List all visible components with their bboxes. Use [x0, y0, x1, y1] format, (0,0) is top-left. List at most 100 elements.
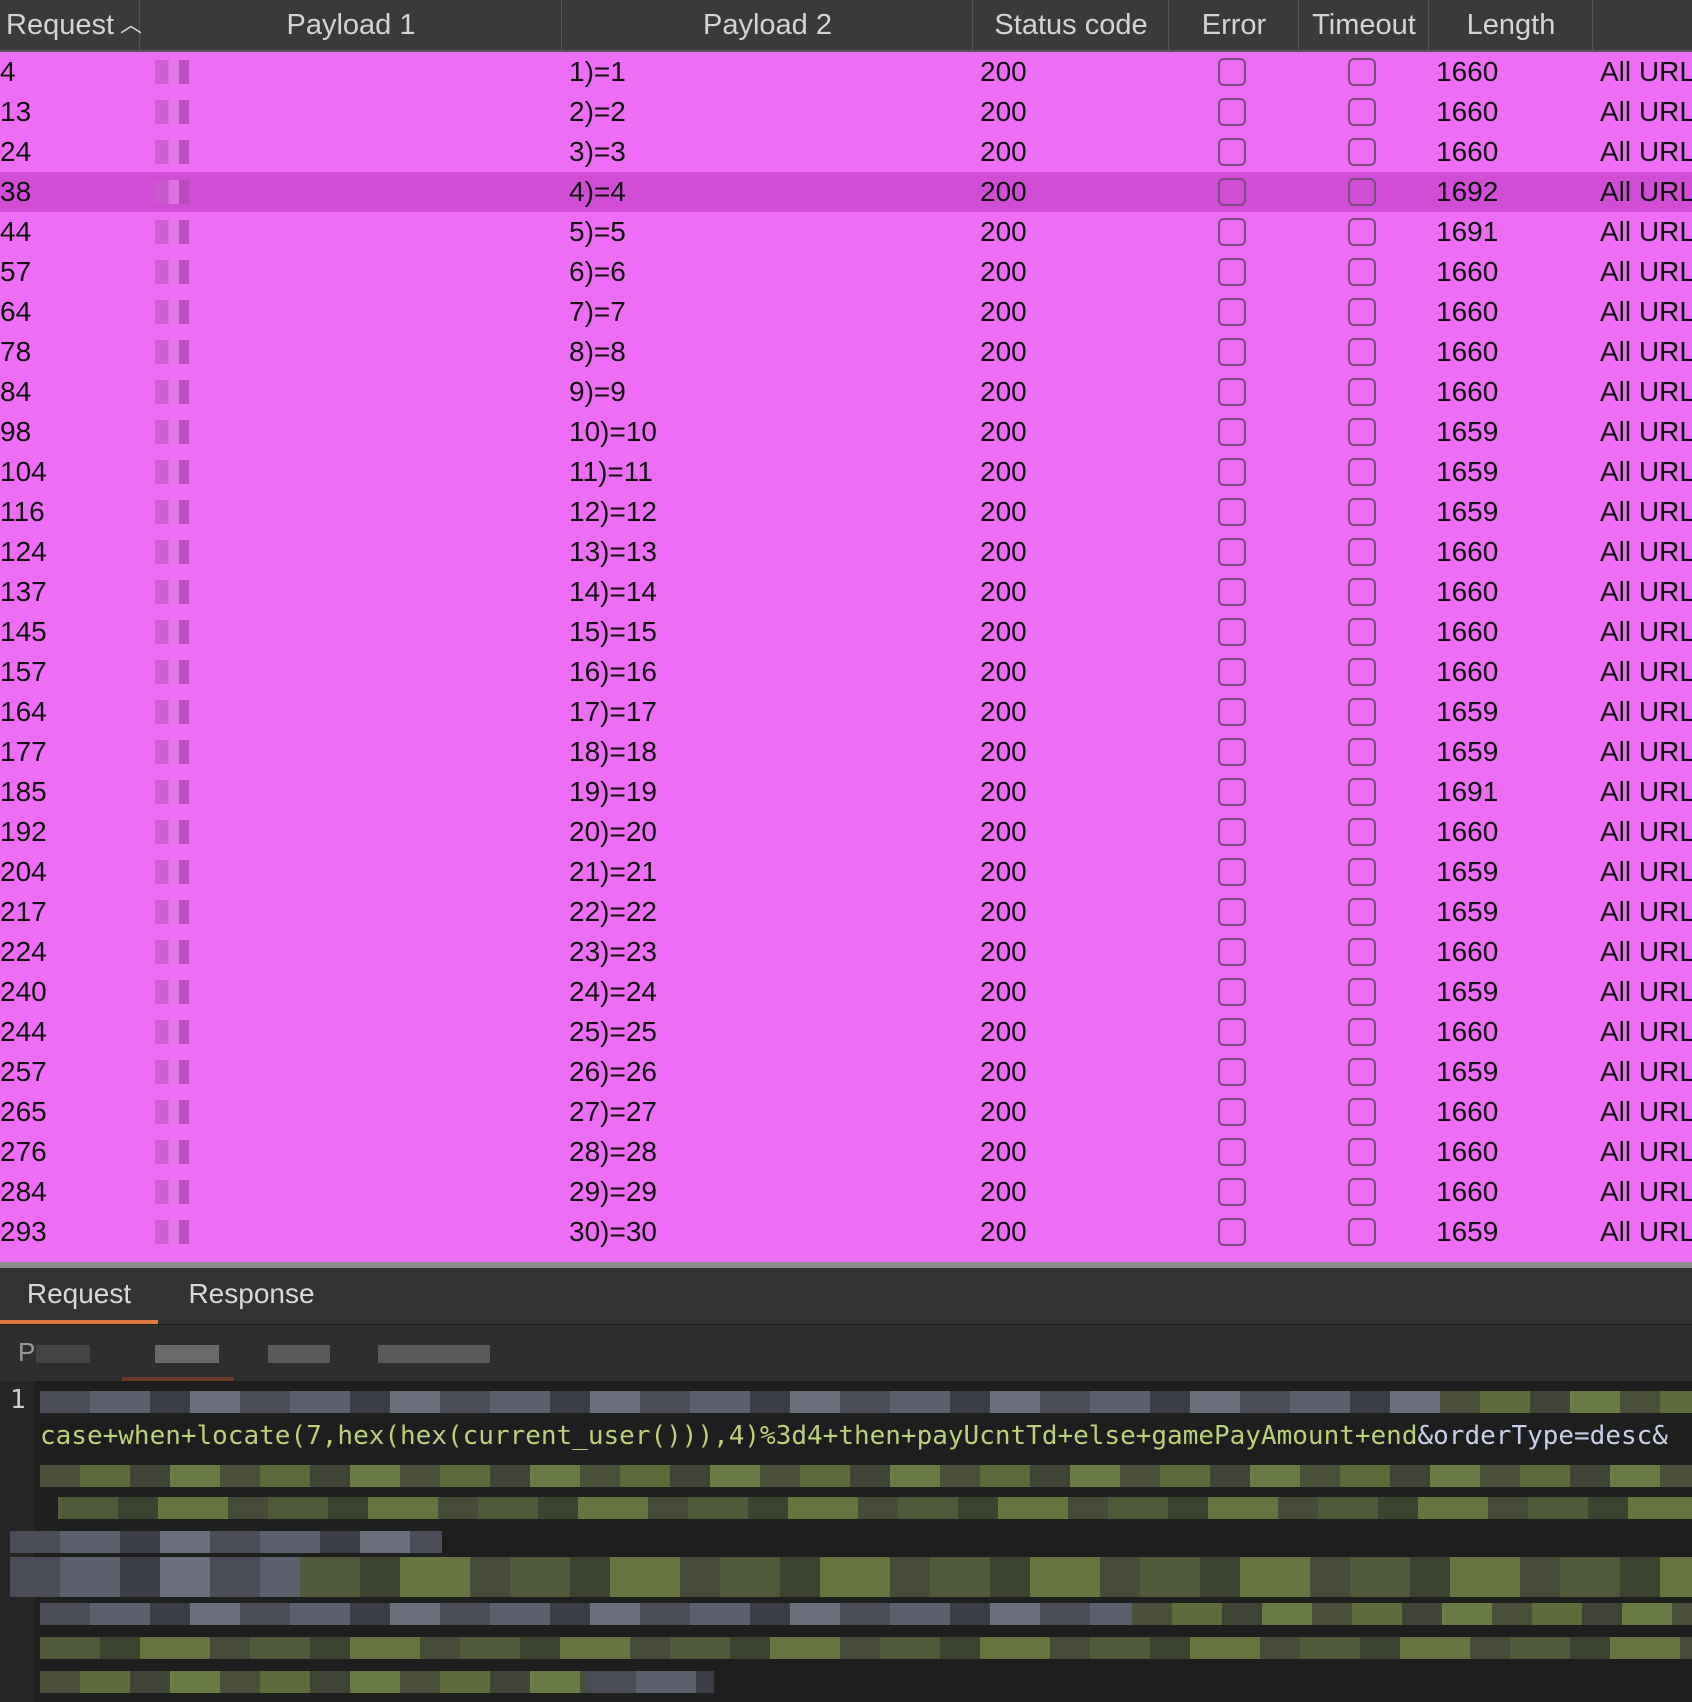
error-checkbox[interactable] — [1218, 538, 1246, 566]
table-row[interactable]: 177 18)=18 200 1659 All URL — [0, 732, 1692, 772]
timeout-checkbox[interactable] — [1348, 1138, 1376, 1166]
timeout-checkbox[interactable] — [1348, 498, 1376, 526]
table-row[interactable]: 104 11)=11 200 1659 All URL — [0, 452, 1692, 492]
timeout-checkbox[interactable] — [1348, 818, 1376, 846]
error-checkbox[interactable] — [1218, 378, 1246, 406]
subtab-redacted[interactable] — [268, 1345, 330, 1363]
table-row[interactable]: 64 7)=7 200 1660 All URL — [0, 292, 1692, 332]
column-header-comment[interactable] — [1594, 0, 1692, 50]
column-header-length[interactable]: Length — [1430, 0, 1593, 50]
table-row[interactable]: 217 22)=22 200 1659 All URL — [0, 892, 1692, 932]
timeout-checkbox[interactable] — [1348, 978, 1376, 1006]
table-row[interactable]: 57 6)=6 200 1660 All URL — [0, 252, 1692, 292]
error-checkbox[interactable] — [1218, 898, 1246, 926]
timeout-checkbox[interactable] — [1348, 178, 1376, 206]
timeout-checkbox[interactable] — [1348, 538, 1376, 566]
table-row[interactable]: 240 24)=24 200 1659 All URL — [0, 972, 1692, 1012]
table-row[interactable]: 124 13)=13 200 1660 All URL — [0, 532, 1692, 572]
error-checkbox[interactable] — [1218, 978, 1246, 1006]
error-checkbox[interactable] — [1218, 658, 1246, 686]
timeout-checkbox[interactable] — [1348, 418, 1376, 446]
timeout-checkbox[interactable] — [1348, 778, 1376, 806]
error-checkbox[interactable] — [1218, 698, 1246, 726]
error-checkbox[interactable] — [1218, 418, 1246, 446]
table-row[interactable]: 224 23)=23 200 1660 All URL — [0, 932, 1692, 972]
table-row[interactable]: 137 14)=14 200 1660 All URL — [0, 572, 1692, 612]
error-checkbox[interactable] — [1218, 58, 1246, 86]
timeout-checkbox[interactable] — [1348, 338, 1376, 366]
timeout-checkbox[interactable] — [1348, 138, 1376, 166]
timeout-checkbox[interactable] — [1348, 1018, 1376, 1046]
column-header-request[interactable]: Request ︿ — [0, 0, 142, 50]
table-row[interactable]: 4 1)=1 200 1660 All URL — [0, 52, 1692, 92]
table-row[interactable]: 24 3)=3 200 1660 All URL — [0, 132, 1692, 172]
timeout-checkbox[interactable] — [1348, 58, 1376, 86]
timeout-checkbox[interactable] — [1348, 698, 1376, 726]
timeout-checkbox[interactable] — [1348, 98, 1376, 126]
error-checkbox[interactable] — [1218, 1138, 1246, 1166]
table-row[interactable]: 84 9)=9 200 1660 All URL — [0, 372, 1692, 412]
error-checkbox[interactable] — [1218, 578, 1246, 606]
timeout-checkbox[interactable] — [1348, 1098, 1376, 1126]
tab-response[interactable]: Response — [170, 1268, 333, 1324]
table-row[interactable]: 276 28)=28 200 1660 All URL — [0, 1132, 1692, 1172]
error-checkbox[interactable] — [1218, 178, 1246, 206]
error-checkbox[interactable] — [1218, 298, 1246, 326]
error-checkbox[interactable] — [1218, 938, 1246, 966]
timeout-checkbox[interactable] — [1348, 1178, 1376, 1206]
timeout-checkbox[interactable] — [1348, 858, 1376, 886]
request-editor[interactable]: 1 case+when+locate(7,hex(hex(current_use… — [0, 1381, 1692, 1702]
error-checkbox[interactable] — [1218, 858, 1246, 886]
error-checkbox[interactable] — [1218, 498, 1246, 526]
tab-request[interactable]: Request — [0, 1268, 158, 1324]
error-checkbox[interactable] — [1218, 1058, 1246, 1086]
timeout-checkbox[interactable] — [1348, 618, 1376, 646]
error-checkbox[interactable] — [1218, 218, 1246, 246]
subtab-redacted[interactable] — [36, 1345, 90, 1363]
error-checkbox[interactable] — [1218, 818, 1246, 846]
timeout-checkbox[interactable] — [1348, 578, 1376, 606]
error-checkbox[interactable] — [1218, 1098, 1246, 1126]
error-checkbox[interactable] — [1218, 98, 1246, 126]
timeout-checkbox[interactable] — [1348, 258, 1376, 286]
table-row[interactable]: 192 20)=20 200 1660 All URL — [0, 812, 1692, 852]
table-row[interactable]: 157 16)=16 200 1660 All URL — [0, 652, 1692, 692]
table-row[interactable]: 145 15)=15 200 1660 All URL — [0, 612, 1692, 652]
table-row[interactable]: 78 8)=8 200 1660 All URL — [0, 332, 1692, 372]
table-row[interactable]: 116 12)=12 200 1659 All URL — [0, 492, 1692, 532]
table-row[interactable]: 204 21)=21 200 1659 All URL — [0, 852, 1692, 892]
subtab-pretty[interactable]: P — [18, 1337, 35, 1368]
subtab-redacted[interactable] — [378, 1345, 490, 1363]
timeout-checkbox[interactable] — [1348, 1058, 1376, 1086]
column-header-timeout[interactable]: Timeout — [1300, 0, 1429, 50]
column-header-payload-2[interactable]: Payload 2 — [563, 0, 973, 50]
error-checkbox[interactable] — [1218, 1178, 1246, 1206]
column-header-error[interactable]: Error — [1170, 0, 1299, 50]
error-checkbox[interactable] — [1218, 1218, 1246, 1246]
table-row[interactable]: 164 17)=17 200 1659 All URL — [0, 692, 1692, 732]
timeout-checkbox[interactable] — [1348, 1218, 1376, 1246]
table-row[interactable]: 185 19)=19 200 1691 All URL — [0, 772, 1692, 812]
error-checkbox[interactable] — [1218, 778, 1246, 806]
table-row[interactable]: 38 4)=4 200 1692 All URL — [0, 172, 1692, 212]
error-checkbox[interactable] — [1218, 258, 1246, 286]
timeout-checkbox[interactable] — [1348, 378, 1376, 406]
timeout-checkbox[interactable] — [1348, 218, 1376, 246]
timeout-checkbox[interactable] — [1348, 938, 1376, 966]
table-row[interactable]: 284 29)=29 200 1660 All URL — [0, 1172, 1692, 1212]
table-row[interactable]: 293 30)=30 200 1659 All URL — [0, 1212, 1692, 1252]
timeout-checkbox[interactable] — [1348, 458, 1376, 486]
table-row[interactable]: 13 2)=2 200 1660 All URL — [0, 92, 1692, 132]
error-checkbox[interactable] — [1218, 738, 1246, 766]
error-checkbox[interactable] — [1218, 618, 1246, 646]
column-header-payload-1[interactable]: Payload 1 — [141, 0, 562, 50]
timeout-checkbox[interactable] — [1348, 738, 1376, 766]
error-checkbox[interactable] — [1218, 138, 1246, 166]
subtab-redacted[interactable] — [155, 1345, 219, 1363]
timeout-checkbox[interactable] — [1348, 658, 1376, 686]
table-row[interactable]: 265 27)=27 200 1660 All URL — [0, 1092, 1692, 1132]
error-checkbox[interactable] — [1218, 458, 1246, 486]
table-row[interactable]: 44 5)=5 200 1691 All URL — [0, 212, 1692, 252]
table-row[interactable]: 98 10)=10 200 1659 All URL — [0, 412, 1692, 452]
timeout-checkbox[interactable] — [1348, 898, 1376, 926]
